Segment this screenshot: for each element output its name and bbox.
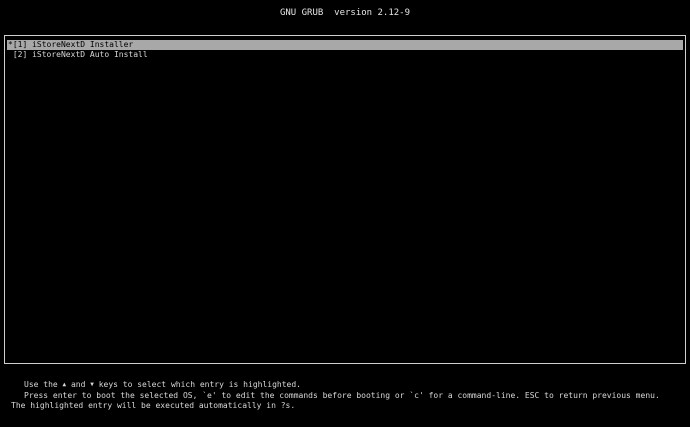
help-line-timeout: The highlighted entry will be executed a…: [11, 401, 296, 410]
boot-entry-installer[interactable]: *[1] iStoreNextD Installer: [7, 40, 683, 50]
boot-entry-label: [2] iStoreNextD Auto Install: [12, 50, 148, 59]
help-line-commands: Press enter to boot the selected OS, `e'…: [24, 390, 660, 400]
boot-entry-list: *[1] iStoreNextD Installer [2] iStoreNex…: [7, 40, 683, 60]
help-text: Use the ▲ and ▼ keys to select which ent…: [0, 380, 690, 412]
boot-menu: *[1] iStoreNextD Installer [2] iStoreNex…: [4, 35, 686, 364]
boot-entry-auto-install[interactable]: [2] iStoreNextD Auto Install: [7, 50, 683, 60]
boot-entry-label: [1] iStoreNextD Installer: [12, 40, 134, 49]
help-line-navigation: Use the ▲ and ▼ keys to select which ent…: [24, 380, 301, 389]
grub-title: GNU GRUB version 2.12-9: [279, 8, 411, 18]
